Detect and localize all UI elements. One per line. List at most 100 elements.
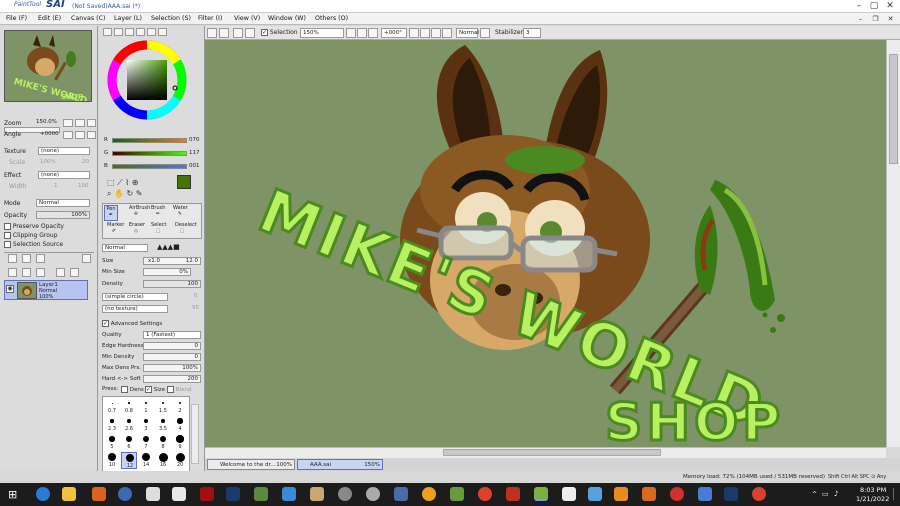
brush-size-preset[interactable]: 3 <box>138 416 154 433</box>
transfer-down-button[interactable] <box>8 268 17 277</box>
navigator-thumbnail[interactable]: MIKE'S WORLD SHOP <box>4 30 92 102</box>
unreal-icon[interactable] <box>146 487 160 501</box>
b-slider[interactable] <box>112 164 187 169</box>
brush-eraser[interactable]: Eraser ◇ <box>129 222 145 234</box>
app-icon-6[interactable] <box>282 487 296 501</box>
app-icon-14[interactable] <box>588 487 602 501</box>
swatches-toggle[interactable] <box>147 28 156 36</box>
clock-time[interactable]: 8:03 PM <box>860 486 886 494</box>
brush-deselect[interactable]: Deselect ⬚ <box>175 222 197 234</box>
app-icon-5[interactable] <box>254 487 268 501</box>
tab-aaa[interactable]: AAA.sai 150% <box>297 459 383 470</box>
brush-size-preset[interactable]: 1.5 <box>155 398 171 415</box>
windows-start-icon[interactable]: ⊞ <box>8 489 19 500</box>
eye-icon[interactable]: ◉ <box>6 285 14 293</box>
min-size-slider[interactable]: 0% <box>143 268 191 276</box>
app-icon-4[interactable] <box>200 487 214 501</box>
advanced-settings-checkbox[interactable]: Advanced Settings <box>102 320 162 327</box>
app-icon-1[interactable] <box>92 487 106 501</box>
brush-size-preset[interactable]: 3.5 <box>155 416 171 433</box>
file-explorer-icon[interactable] <box>62 487 76 501</box>
stabilizer-field[interactable]: 3 <box>523 28 541 38</box>
size-slider[interactable]: x1.0 12.0 <box>143 257 201 265</box>
brush-marker[interactable]: Marker ✐ <box>107 222 124 234</box>
hard-soft-slider[interactable]: 200 <box>143 375 201 383</box>
menu-canvas[interactable]: Canvas (C) <box>71 15 105 22</box>
brush-size-preset[interactable]: 9 <box>172 434 188 451</box>
brush-size-preset[interactable]: 1 <box>138 398 154 415</box>
selection-tools[interactable]: ⬚ ⟋ ⌇ ⊕ ⌕ ✋ ↻ ✎ <box>107 177 167 199</box>
doc-restore-button[interactable]: ❐ <box>870 14 881 24</box>
layer-settings-button[interactable] <box>82 254 91 263</box>
brush-size-preset[interactable]: 6 <box>121 434 137 451</box>
edge-hardness-slider[interactable]: 0 <box>143 342 201 350</box>
menu-file[interactable]: File (F) <box>6 15 27 22</box>
brush-size-preset[interactable]: 14 <box>138 452 154 469</box>
effect-select[interactable]: (none) <box>38 171 90 179</box>
rotate-left-button[interactable] <box>409 28 419 38</box>
brush-size-preset[interactable]: 7 <box>138 434 154 451</box>
flip-button[interactable] <box>442 28 452 38</box>
color-wheel-toggle[interactable] <box>103 28 112 36</box>
min-density-slider[interactable]: 0 <box>143 353 201 361</box>
clear-layer-button[interactable] <box>56 268 65 277</box>
zoom-field[interactable]: 150% <box>300 28 344 38</box>
rgb-slider-toggle[interactable] <box>114 28 123 36</box>
r-slider[interactable] <box>112 138 187 143</box>
redo-button[interactable] <box>219 28 229 38</box>
app-icon-11[interactable] <box>422 487 436 501</box>
brush-select[interactable]: Select ⬚ <box>151 222 166 234</box>
show-desktop-button[interactable] <box>893 488 899 500</box>
menu-layer[interactable]: Layer (L) <box>114 15 142 22</box>
brush-pen[interactable]: Pen ✒ <box>104 205 118 221</box>
app-icon-16[interactable] <box>698 487 712 501</box>
horizontal-scroll-thumb[interactable] <box>443 449 661 456</box>
brush-size-preset[interactable]: 16 <box>155 452 171 469</box>
brush-blend-select[interactable]: Normal <box>102 244 148 252</box>
zoom-in-button[interactable] <box>346 28 356 38</box>
blender-icon[interactable] <box>614 487 628 501</box>
zoom-reset-button[interactable] <box>368 28 378 38</box>
brush-texture-select[interactable]: (no texture) <box>102 305 168 313</box>
system-tray-chevron-icon[interactable]: ^ <box>812 491 817 498</box>
app-icon-13[interactable] <box>562 487 576 501</box>
color-mixer-toggle[interactable] <box>136 28 145 36</box>
angle-reset-button[interactable] <box>87 131 96 139</box>
app-icon-2[interactable] <box>118 487 132 501</box>
brush-shape-icons[interactable]: ▲▲▲■ <box>157 244 201 252</box>
brush-shape-select[interactable]: (simple circle) <box>102 293 168 301</box>
menu-filter[interactable]: Filter (I) <box>198 15 222 22</box>
trash-icon[interactable] <box>36 268 45 277</box>
undo-button[interactable] <box>207 28 217 38</box>
selection-source-checkbox[interactable]: Selection Source <box>4 241 63 248</box>
painttool-sai-icon[interactable] <box>534 487 548 501</box>
menu-window[interactable]: Window (W) <box>268 15 306 22</box>
press-blend-checkbox[interactable]: Blend <box>167 386 191 393</box>
menu-others[interactable]: Others (O) <box>315 15 348 22</box>
minecraft-icon[interactable] <box>450 487 464 501</box>
new-layer-button[interactable] <box>8 254 17 263</box>
merge-visible-button[interactable] <box>70 268 79 277</box>
invert-selection-button[interactable] <box>245 28 255 38</box>
rotate-cw-button[interactable] <box>75 131 85 139</box>
app-icon-3[interactable] <box>172 487 186 501</box>
nav-zoom-out-button[interactable] <box>63 119 73 127</box>
menu-edit[interactable]: Edit (E) <box>38 15 61 22</box>
horizontal-scrollbar[interactable] <box>205 447 886 458</box>
quality-select[interactable]: 1 (Fastest) <box>143 331 201 339</box>
brush-size-preset[interactable]: 2.3 <box>104 416 120 433</box>
menu-view[interactable]: View (V) <box>234 15 260 22</box>
rotation-field[interactable]: +000° <box>381 28 407 38</box>
steam-icon[interactable] <box>226 487 240 501</box>
chrome-icon-2[interactable] <box>752 487 766 501</box>
new-folder-button[interactable] <box>36 254 45 263</box>
brush-size-scrollbar[interactable] <box>191 404 199 464</box>
preserve-opacity-checkbox[interactable]: Preserve Opacity <box>4 223 64 230</box>
density-slider[interactable]: 100 <box>143 280 201 288</box>
maximize-button[interactable]: ▢ <box>867 0 881 12</box>
close-button[interactable]: ✕ <box>883 0 897 12</box>
brush-size-preset[interactable]: 2 <box>172 398 188 415</box>
doc-minimize-button[interactable]: – <box>855 14 866 24</box>
texture-select[interactable]: (none) <box>38 147 90 155</box>
nav-zoom-reset-button[interactable] <box>87 119 96 127</box>
